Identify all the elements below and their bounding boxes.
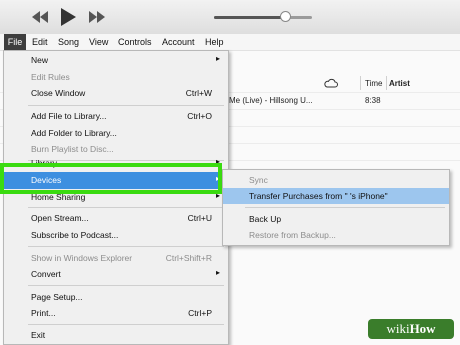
menu-item-label: Burn Playlist to Disc... <box>31 144 114 154</box>
column-header-artist[interactable]: Artist <box>389 79 410 88</box>
menu-item-label: Exit <box>31 330 46 340</box>
menu-item-back-up[interactable]: Back Up <box>223 211 449 227</box>
submenu-arrow-icon: ▸ <box>215 268 220 277</box>
menu-item-transfer-purchases[interactable]: Transfer Purchases from " 's iPhone" <box>223 188 449 204</box>
highlight-annotation-box <box>0 163 222 194</box>
devices-submenu: Sync Transfer Purchases from " 's iPhone… <box>222 169 450 246</box>
rewind-icon[interactable] <box>30 8 50 26</box>
menu-item-label: Add File to Library... <box>31 111 107 121</box>
menu-separator <box>28 285 224 286</box>
menu-item-label: Sync <box>249 175 268 185</box>
menu-item-shortcut: Ctrl+P <box>188 308 212 318</box>
menu-separator <box>28 207 224 208</box>
menu-file[interactable]: File <box>4 34 26 50</box>
track-title[interactable]: Me (Live) - Hillsong U... <box>229 96 313 105</box>
menu-help[interactable]: Help <box>205 34 224 50</box>
menu-item-label: Show in Windows Explorer <box>31 253 133 263</box>
menu-item-restore-backup[interactable]: Restore from Backup... <box>223 227 449 243</box>
menu-item-label: Transfer Purchases from " 's iPhone" <box>249 191 388 201</box>
menu-account[interactable]: Account <box>162 34 195 50</box>
menu-item-label: Add Folder to Library... <box>31 128 117 138</box>
menu-item-shortcut: Ctrl+Shift+R <box>165 253 212 263</box>
icloud-status-icon <box>324 78 338 88</box>
volume-slider[interactable] <box>214 11 312 22</box>
fast-forward-icon[interactable] <box>87 8 107 26</box>
menu-item-print[interactable]: Print... Ctrl+P <box>4 305 228 322</box>
menu-item-label: Back Up <box>249 214 282 224</box>
menu-item-new[interactable]: New ▸ <box>4 52 228 69</box>
menu-item-subscribe-podcast[interactable]: Subscribe to Podcast... <box>4 227 228 244</box>
menu-separator <box>28 324 224 325</box>
menu-item-label: Restore from Backup... <box>249 230 336 240</box>
menu-view[interactable]: View <box>89 34 108 50</box>
menu-item-convert[interactable]: Convert ▸ <box>4 266 228 283</box>
track-time: 8:38 <box>365 96 381 105</box>
menu-item-label: Convert <box>31 269 61 279</box>
menu-item-close-window[interactable]: Close Window Ctrl+W <box>4 85 228 102</box>
menu-item-label: Print... <box>31 308 56 318</box>
column-divider <box>386 76 387 90</box>
menu-item-page-setup[interactable]: Page Setup... <box>4 289 228 306</box>
column-divider <box>360 76 361 90</box>
watermark-prefix: wiki <box>386 321 410 336</box>
menu-item-label: Edit Rules <box>31 72 70 82</box>
menu-song[interactable]: Song <box>58 34 79 50</box>
wikihow-watermark: wikiHow <box>368 319 454 339</box>
menu-item-label: Close Window <box>31 88 86 98</box>
play-icon[interactable] <box>57 6 79 28</box>
menu-separator <box>245 207 445 208</box>
column-header-time[interactable]: Time <box>365 79 382 88</box>
menu-item-label: Subscribe to Podcast... <box>31 230 119 240</box>
menu-item-shortcut: Ctrl+U <box>187 213 212 223</box>
watermark-suffix: How <box>409 321 436 336</box>
menu-edit[interactable]: Edit <box>32 34 48 50</box>
menu-item-label: Page Setup... <box>31 292 83 302</box>
file-menu: New ▸ Edit Rules Close Window Ctrl+W Add F… <box>3 50 229 345</box>
menu-item-shortcut: Ctrl+O <box>187 111 212 121</box>
menu-item-sync[interactable]: Sync <box>223 172 449 188</box>
volume-slider-knob[interactable] <box>279 11 291 22</box>
menu-bar: File Edit Song View Controls Account Hel… <box>0 34 460 51</box>
player-toolbar <box>0 0 460 35</box>
menu-item-label: Open Stream... <box>31 213 89 223</box>
menu-item-edit-rules[interactable]: Edit Rules <box>4 69 228 86</box>
menu-separator <box>28 246 224 247</box>
menu-separator <box>28 105 224 106</box>
menu-item-show-in-explorer[interactable]: Show in Windows Explorer Ctrl+Shift+R <box>4 250 228 267</box>
menu-controls[interactable]: Controls <box>118 34 152 50</box>
volume-slider-fill <box>214 16 285 19</box>
menu-item-add-file[interactable]: Add File to Library... Ctrl+O <box>4 108 228 125</box>
menu-item-exit[interactable]: Exit <box>4 327 228 344</box>
menu-item-shortcut: Ctrl+W <box>185 88 212 98</box>
menu-item-label: New <box>31 55 49 65</box>
menu-item-open-stream[interactable]: Open Stream... Ctrl+U <box>4 210 228 227</box>
submenu-arrow-icon: ▸ <box>215 54 220 63</box>
menu-item-add-folder[interactable]: Add Folder to Library... <box>4 125 228 142</box>
